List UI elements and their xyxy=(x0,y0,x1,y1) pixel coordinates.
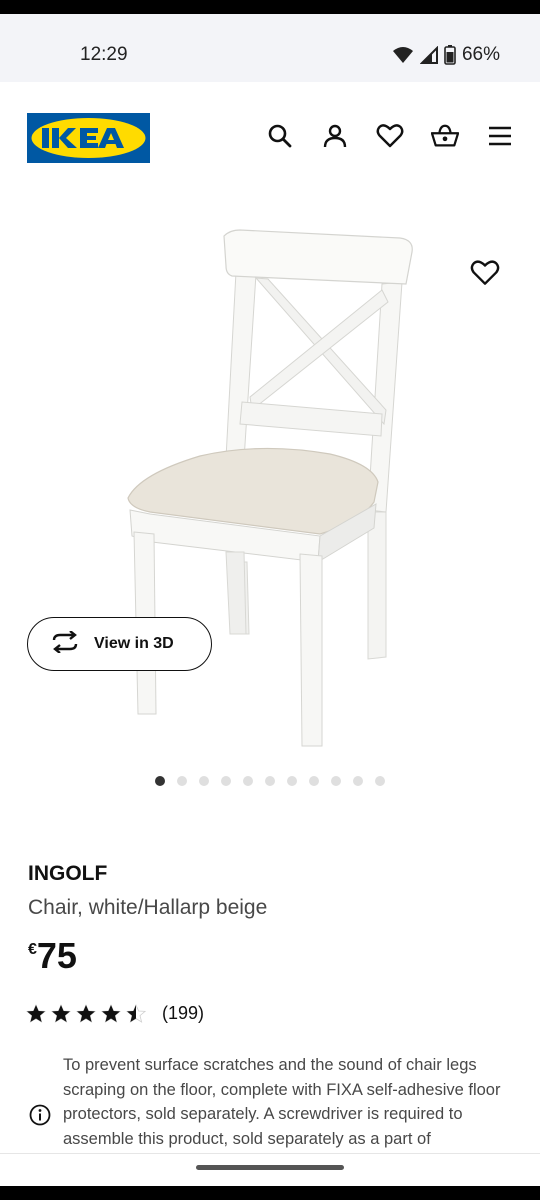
ikea-logo[interactable] xyxy=(27,113,150,163)
gallery-dot[interactable] xyxy=(199,776,209,786)
home-indicator[interactable] xyxy=(196,1165,344,1170)
signal-icon xyxy=(419,46,438,64)
review-count: (199) xyxy=(162,1003,205,1023)
gallery-dot[interactable] xyxy=(243,776,253,786)
product-name: INGOLF xyxy=(28,862,108,885)
rotate-3d-icon xyxy=(50,629,80,658)
gallery-dot[interactable] xyxy=(353,776,363,786)
account-icon[interactable] xyxy=(321,122,349,150)
battery-icon xyxy=(444,45,456,65)
gallery-dot[interactable] xyxy=(155,776,165,786)
battery-percent: 66% xyxy=(461,44,500,65)
gallery-dot[interactable] xyxy=(265,776,275,786)
product-image[interactable] xyxy=(0,192,540,772)
gallery-dot[interactable] xyxy=(309,776,319,786)
menu-icon[interactable] xyxy=(486,122,514,150)
info-icon xyxy=(29,1104,51,1126)
gallery-dot[interactable] xyxy=(375,776,385,786)
status-time: 12:29 xyxy=(80,44,128,65)
gallery-dot[interactable] xyxy=(287,776,297,786)
site-header xyxy=(0,82,540,192)
add-to-wishlist-button[interactable] xyxy=(470,258,500,288)
wifi-icon xyxy=(392,46,414,64)
product-price: € 75 xyxy=(28,936,77,976)
status-bar-top-edge xyxy=(0,0,540,14)
star-icon xyxy=(26,1003,46,1023)
screen-bottom-edge xyxy=(0,1186,540,1200)
assembly-info-text: To prevent surface scratches and the sou… xyxy=(63,1056,501,1148)
star-icon xyxy=(51,1003,71,1023)
price-amount: 75 xyxy=(36,935,77,976)
view-in-3d-button[interactable]: View in 3D xyxy=(27,617,212,671)
status-bar: 12:29 66% xyxy=(0,14,540,82)
rating-stars xyxy=(26,1003,146,1024)
product-description: Chair, white/Hallarp beige xyxy=(28,896,268,919)
status-icons: 66% xyxy=(392,44,500,66)
gallery-dot[interactable] xyxy=(331,776,341,786)
star-icon xyxy=(76,1003,96,1023)
price-currency: € xyxy=(28,941,37,958)
star-icon xyxy=(101,1003,121,1023)
gallery-dot[interactable] xyxy=(177,776,187,786)
view-in-3d-label: View in 3D xyxy=(94,635,174,652)
header-actions xyxy=(266,122,514,150)
gallery-pagination xyxy=(155,776,385,786)
product-rating[interactable]: (199) xyxy=(26,1003,204,1024)
basket-icon[interactable] xyxy=(431,122,459,150)
wishlist-icon[interactable] xyxy=(376,122,404,150)
search-icon[interactable] xyxy=(266,122,294,150)
gallery-dot[interactable] xyxy=(221,776,231,786)
star-icon xyxy=(126,1003,146,1023)
